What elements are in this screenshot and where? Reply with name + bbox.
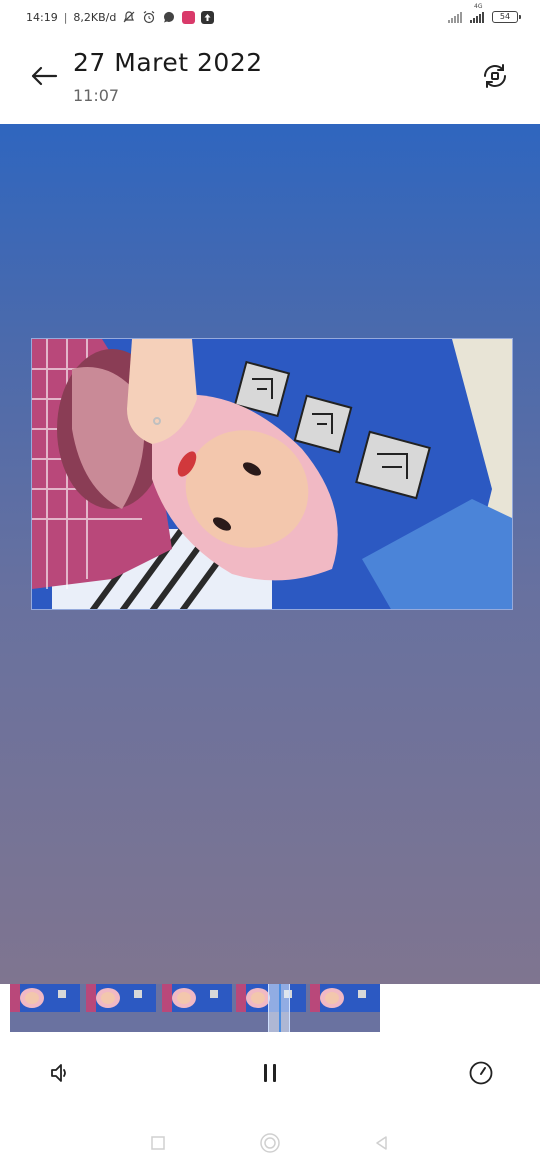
app-notification-icon: [182, 10, 196, 24]
upload-icon: [201, 10, 215, 24]
network-type-label: 4G: [474, 3, 483, 10]
video-photo: [32, 339, 512, 609]
mobile-network: 4G: [470, 3, 484, 23]
rotate-button[interactable]: [480, 63, 510, 93]
system-navigation-bar: [0, 1120, 540, 1170]
recent-apps-button[interactable]: [146, 1133, 170, 1157]
status-separator: |: [63, 10, 68, 24]
page-title: 27 Maret 2022: [73, 48, 263, 77]
speaker-icon: [48, 1061, 72, 1089]
status-right: 4G 54: [448, 3, 521, 23]
bell-off-icon: [122, 10, 136, 24]
video-frame[interactable]: [31, 338, 513, 610]
filmstrip-thumbnail: [162, 984, 232, 1012]
home-button[interactable]: [258, 1133, 282, 1157]
triangle-icon: [374, 1135, 390, 1155]
network-speed: 8,2KB/d: [73, 10, 117, 24]
pause-button[interactable]: [255, 1060, 285, 1090]
signal-strength-icon-2: [470, 11, 484, 23]
arrow-left-icon: [30, 65, 58, 91]
square-icon: [150, 1135, 166, 1155]
filmstrip-thumbnail: [86, 984, 156, 1012]
status-left: 14:19 | 8,2KB/d: [26, 10, 215, 24]
signal-strength-icon: [448, 11, 462, 23]
playback-controls: [0, 1050, 540, 1100]
chat-bubble-icon: [162, 10, 176, 24]
volume-button[interactable]: [45, 1060, 75, 1090]
status-bar: 14:19 | 8,2KB/d 4G 54: [0, 0, 540, 36]
nav-back-button[interactable]: [370, 1133, 394, 1157]
pause-icon: [258, 1061, 282, 1089]
gauge-icon: [468, 1060, 494, 1090]
video-stage[interactable]: [0, 124, 540, 984]
filmstrip-timeline[interactable]: [10, 984, 380, 1032]
timeline-playhead[interactable]: [268, 984, 290, 1032]
filmstrip-thumbnail: [10, 984, 80, 1012]
rotate-icon: [481, 62, 509, 94]
circle-icon: [258, 1131, 282, 1159]
status-time: 14:19: [26, 10, 58, 24]
battery-icon: 54: [492, 11, 521, 23]
header: 27 Maret 2022 11:07: [0, 36, 540, 124]
playback-speed-button[interactable]: [466, 1060, 496, 1090]
page-subtitle: 11:07: [73, 86, 120, 105]
alarm-icon: [142, 10, 156, 24]
back-button[interactable]: [26, 60, 62, 96]
filmstrip-thumbnail: [310, 984, 380, 1012]
